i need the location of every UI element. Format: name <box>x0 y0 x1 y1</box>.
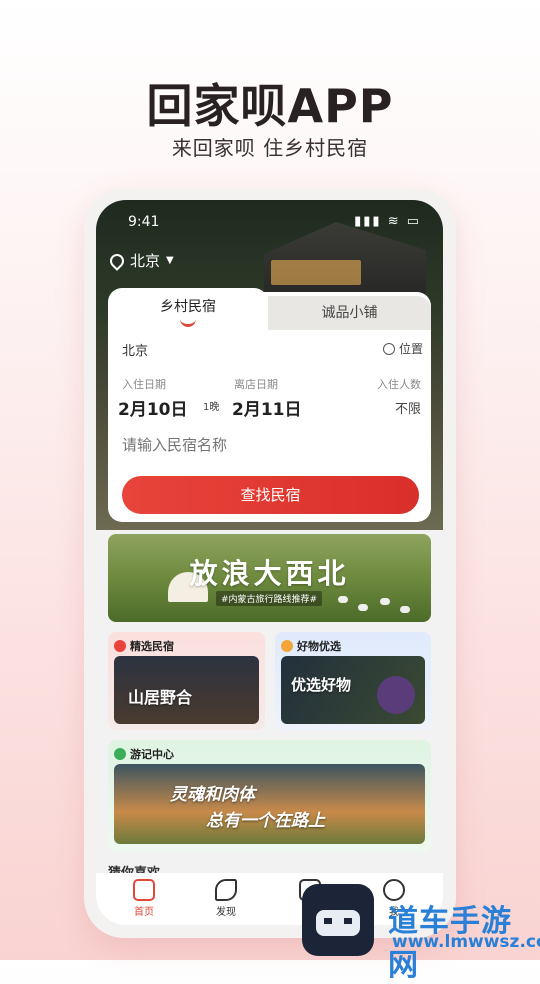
panel-title: 游记中心 <box>130 748 174 761</box>
leaf-icon <box>215 879 237 901</box>
guests-label: 入住人数 <box>377 378 421 391</box>
find-homestay-button[interactable]: 查找民宿 <box>122 476 419 514</box>
sheep-illustration <box>358 604 368 611</box>
nav-discover[interactable]: 发现 <box>196 879 256 918</box>
watermark-logo <box>302 884 374 956</box>
nav-home[interactable]: 首页 <box>114 879 174 918</box>
sheep-illustration <box>400 606 410 613</box>
panel-title: 精选民宿 <box>130 640 174 653</box>
sheep-illustration <box>338 596 348 603</box>
banner-title: 放浪大西北 <box>189 557 350 590</box>
tab-goods-shop[interactable]: 诚品小铺 <box>268 296 431 330</box>
caret-down-icon: ▼ <box>166 255 174 266</box>
search-city[interactable]: 北京 <box>122 340 148 359</box>
tab-active-indicator <box>180 318 196 327</box>
travel-badge-icon <box>114 748 126 760</box>
travel-text-1: 灵魂和肉体 <box>170 785 255 805</box>
panel-title: 好物优选 <box>297 640 341 653</box>
goods-image-text: 优选好物 <box>291 676 352 694</box>
city-selector[interactable]: 北京 ▼ <box>107 250 174 271</box>
travel-text-2: 总有一个在路上 <box>206 811 325 831</box>
nav-label: 发现 <box>216 907 236 918</box>
featured-image-text: 山居野合 <box>128 688 193 707</box>
status-time: 9:41 <box>128 214 160 230</box>
car-eye <box>324 918 332 924</box>
sheep-illustration <box>380 598 390 605</box>
travel-notes-panel[interactable]: 游记中心 灵魂和肉体 总有一个在路上 <box>108 740 431 852</box>
homestay-name-input[interactable] <box>122 436 402 454</box>
nights-count: 1晚 <box>203 402 220 413</box>
tab-country-homestay[interactable]: 乡村民宿 <box>108 288 268 330</box>
promo-subtitle: 来回家呗 住乡村民宿 <box>171 136 369 160</box>
promo-title: 回家呗APP <box>146 79 394 133</box>
car-icon <box>316 910 360 936</box>
travel-image: 灵魂和肉体 总有一个在路上 <box>114 764 425 844</box>
checkout-label: 离店日期 <box>234 378 278 391</box>
window-light <box>271 260 361 285</box>
guests-value[interactable]: 不限 <box>395 398 421 417</box>
featured-image: 山居野合 <box>114 656 259 724</box>
app-screen: 9:41 ▮▮▮ ≋ ▭ 北京 ▼ 诚品小铺 乡村民宿 北京 位置 入住日期 离… <box>96 200 443 925</box>
goods-image: 优选好物 <box>281 656 425 724</box>
location-pin-icon <box>107 250 127 271</box>
star-badge-icon <box>114 640 126 652</box>
locate-label: 位置 <box>398 342 423 356</box>
checkin-date[interactable]: 2月10日 <box>118 395 188 420</box>
car-eye <box>344 918 352 924</box>
city-label: 北京 <box>130 252 161 270</box>
home-icon <box>133 879 155 901</box>
locate-icon <box>382 342 395 355</box>
promo-banner[interactable]: 放浪大西北 #内蒙古旅行路线推荐# <box>108 534 431 622</box>
checkout-date[interactable]: 2月11日 <box>232 395 302 420</box>
banner-tag: #内蒙古旅行路线推荐# <box>216 591 323 606</box>
featured-homestay-panel[interactable]: 精选民宿 山居野合 <box>108 632 265 730</box>
tab-label: 乡村民宿 <box>160 299 216 315</box>
goods-panel[interactable]: 好物优选 优选好物 <box>275 632 431 730</box>
locate-button[interactable]: 位置 <box>382 340 423 357</box>
plum-illustration <box>377 676 415 714</box>
goods-badge-icon <box>281 640 293 652</box>
status-icons: ▮▮▮ ≋ ▭ <box>354 214 421 229</box>
checkin-label: 入住日期 <box>122 378 166 391</box>
watermark-url: www.lmwwsz.com <box>392 932 540 952</box>
nav-label: 首页 <box>134 907 154 918</box>
